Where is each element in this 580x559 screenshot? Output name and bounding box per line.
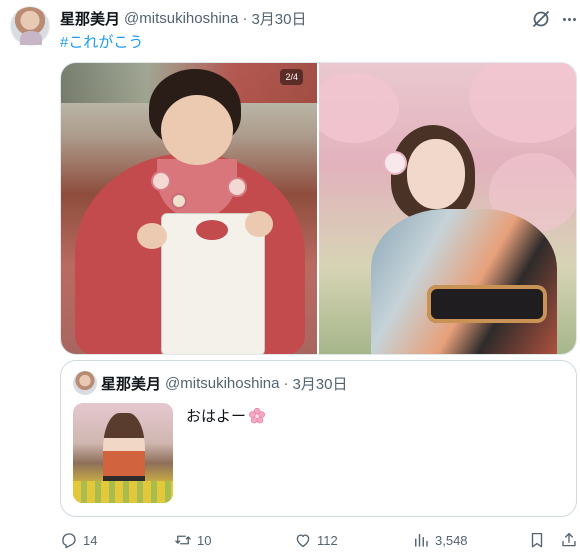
views-count: 3,548 — [435, 532, 468, 548]
quoted-avatar[interactable] — [73, 371, 97, 395]
quoted-header: 星那美月 @mitsukihoshina · 3月30日 — [101, 373, 348, 393]
media-grid: 2/4 — [60, 62, 577, 355]
childhood-photo[interactable]: 2/4 — [61, 63, 317, 354]
author-handle[interactable]: @mitsukihoshina — [124, 10, 238, 27]
quoted-tweet[interactable]: 星那美月 @mitsukihoshina · 3月30日 おはよー — [60, 360, 577, 517]
kimono-flower — [153, 173, 169, 189]
like-button[interactable]: 112 — [294, 528, 338, 552]
quoted-date: 3月30日 — [292, 375, 348, 393]
thumbnail-flowers — [73, 481, 173, 503]
quoted-text-line: おはよー — [186, 405, 266, 426]
quoted-author-handle: @mitsukihoshina — [165, 374, 280, 392]
like-count: 112 — [317, 532, 338, 548]
bookmark-icon — [528, 531, 546, 549]
share-button[interactable] — [560, 528, 578, 552]
bookmark-button[interactable] — [528, 528, 546, 552]
woman-face — [407, 139, 465, 209]
reply-button[interactable]: 14 — [60, 528, 97, 552]
blossom-cluster — [469, 63, 576, 143]
hashtag-link[interactable]: #これがこう — [60, 31, 143, 52]
quoted-separator: · — [283, 374, 289, 392]
quoted-text: おはよー — [186, 408, 247, 425]
furisode-kimono — [371, 209, 557, 354]
media-counter-badge: 2/4 — [280, 69, 303, 85]
cherry-blossom-icon — [248, 407, 266, 425]
blossom-cluster — [319, 73, 399, 143]
views-icon — [412, 531, 430, 549]
more-icon[interactable] — [560, 8, 578, 30]
reply-count: 14 — [83, 532, 98, 548]
views-button[interactable]: 3,548 — [412, 528, 468, 552]
hair-flower — [385, 153, 405, 173]
quoted-thumbnail[interactable] — [73, 403, 173, 503]
author-avatar[interactable] — [10, 6, 50, 46]
retweet-icon — [174, 531, 192, 549]
quoted-author-name: 星那美月 — [101, 375, 162, 393]
kimono-flower — [173, 195, 185, 207]
header-separator: · — [242, 9, 248, 27]
share-icon — [560, 531, 578, 549]
kimono-flower — [229, 179, 245, 195]
child-hand — [137, 223, 167, 249]
tweet-header: 星那美月 @mitsukihoshina · 3月30日 — [60, 8, 307, 28]
adult-photo[interactable] — [319, 63, 576, 354]
tweet-date[interactable]: 3月30日 — [251, 8, 306, 29]
reply-icon — [60, 531, 78, 549]
like-icon — [294, 531, 312, 549]
retweet-button[interactable]: 10 — [174, 528, 211, 552]
obi-sash — [427, 285, 547, 323]
child-face — [161, 95, 233, 165]
grok-icon[interactable] — [530, 8, 552, 30]
author-name[interactable]: 星那美月 — [60, 8, 120, 29]
retweet-count: 10 — [197, 532, 212, 548]
action-bar: 14 10 112 3,548 — [60, 528, 577, 552]
child-hand — [245, 211, 273, 237]
